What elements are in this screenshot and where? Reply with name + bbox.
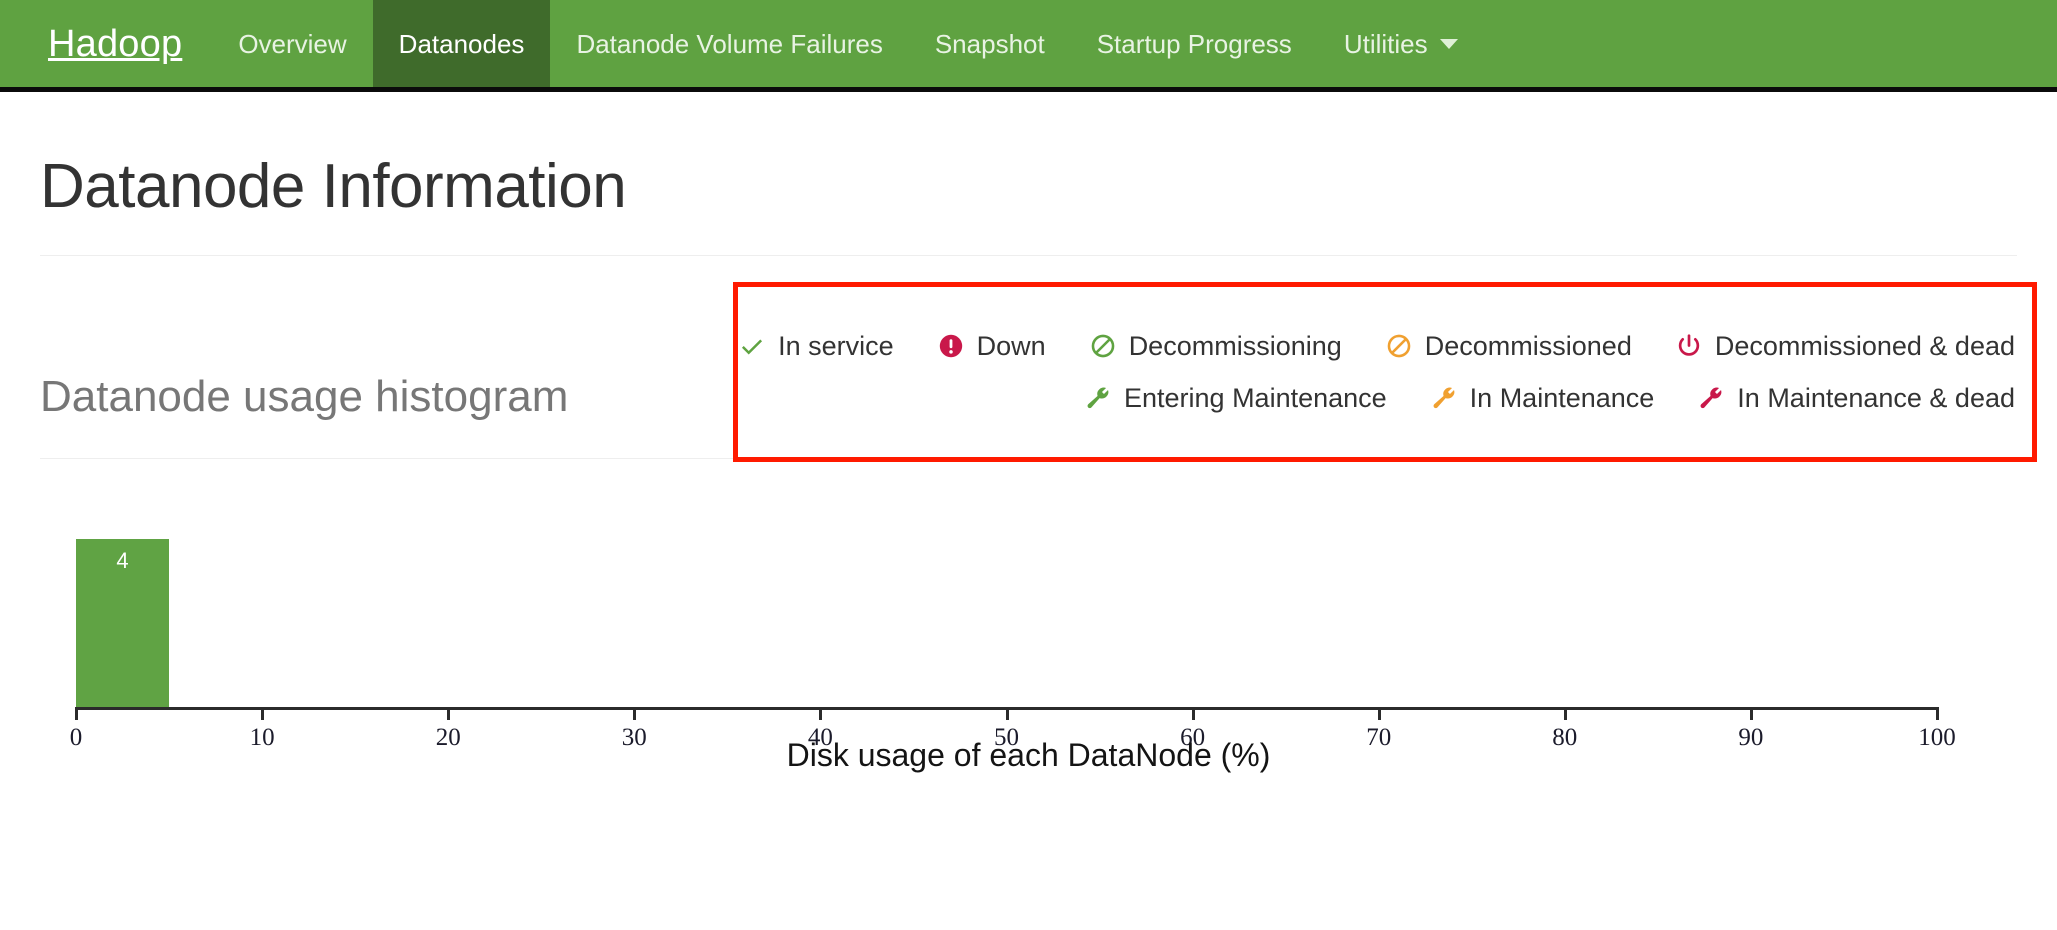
datanode-status-legend: In service Down Decommissioning Decommissio… bbox=[733, 282, 2037, 462]
chevron-down-icon bbox=[1439, 38, 1458, 49]
x-axis-tick-label: 30 bbox=[621, 724, 647, 752]
nav-item-snapshot-label: Snapshot bbox=[934, 28, 1045, 59]
x-axis-tick-label: 20 bbox=[435, 724, 461, 752]
legend-item-decommissioned: Decommissioned bbox=[1384, 331, 1632, 361]
nav-item-datanode-volume-failures[interactable]: Datanode Volume Failures bbox=[550, 0, 908, 87]
legend-item-label: Decommissioning bbox=[1128, 330, 1342, 361]
x-axis-tick bbox=[1191, 707, 1195, 721]
legend-item-decommissioning: Decommissioning bbox=[1088, 331, 1342, 361]
histogram-plot-area: 4 bbox=[40, 487, 2017, 708]
x-axis-tick bbox=[1749, 707, 1753, 721]
x-axis-tick bbox=[1005, 707, 1009, 721]
legend-item-in-maintenance: In Maintenance bbox=[1429, 382, 1655, 413]
x-axis-tick-label: 0 bbox=[69, 724, 83, 752]
legend-item-in-service: In service bbox=[737, 331, 894, 361]
page-title: Datanode Information bbox=[40, 152, 627, 221]
x-axis-tick bbox=[75, 707, 78, 721]
nav-item-overview[interactable]: Overview bbox=[212, 0, 372, 87]
power-off-icon bbox=[1674, 331, 1704, 361]
histogram-bar[interactable]: 4 bbox=[76, 539, 170, 708]
check-icon bbox=[737, 331, 767, 361]
x-axis-tick-label: 90 bbox=[1738, 724, 1764, 752]
nav-item-datanodes[interactable]: Datanodes bbox=[372, 0, 551, 87]
nav-links: Overview Datanodes Datanode Volume Failu… bbox=[212, 0, 1483, 87]
x-axis-tick-label: 100 bbox=[1918, 724, 1956, 752]
nav-item-datanodes-label: Datanodes bbox=[398, 28, 525, 59]
x-axis-tick bbox=[447, 707, 451, 721]
nav-item-startup-progress[interactable]: Startup Progress bbox=[1071, 0, 1318, 87]
x-axis-tick-label: 70 bbox=[1366, 724, 1392, 752]
legend-item-label: Decommissioned & dead bbox=[1714, 330, 2015, 361]
legend-item-in-maintenance-dead: In Maintenance & dead bbox=[1696, 383, 2015, 413]
nav-item-startup-progress-label: Startup Progress bbox=[1096, 28, 1292, 59]
histogram-bar-value: 4 bbox=[116, 548, 129, 574]
x-axis-tick-label: 10 bbox=[249, 724, 275, 752]
legend-item-label: In service bbox=[778, 330, 894, 361]
exclamation-circle-icon bbox=[936, 331, 966, 361]
datanode-usage-histogram: 4 0 10 20 30 40 50 60 70 80 90 100 Disk usage of e… bbox=[40, 487, 2017, 777]
x-axis-tick bbox=[819, 707, 823, 721]
nav-item-utilities[interactable]: Utilities bbox=[1318, 0, 1484, 87]
ban-circle-icon bbox=[1088, 331, 1118, 361]
legend-item-label: Decommissioned bbox=[1424, 330, 1632, 361]
nav-item-datanode-volume-failures-label: Datanode Volume Failures bbox=[576, 28, 883, 59]
ban-circle-icon bbox=[1384, 331, 1414, 361]
legend-item-label: Down bbox=[976, 330, 1046, 361]
legend-item-decommissioned-dead: Decommissioned & dead bbox=[1674, 331, 2015, 361]
nav-item-utilities-label: Utilities bbox=[1343, 28, 1428, 59]
wrench-icon bbox=[1696, 383, 1726, 413]
x-axis-tick bbox=[633, 707, 637, 721]
legend-item-down: Down bbox=[936, 331, 1046, 361]
wrench-icon bbox=[1083, 383, 1113, 413]
nav-item-snapshot[interactable]: Snapshot bbox=[909, 0, 1071, 87]
nav-item-overview-label: Overview bbox=[238, 28, 347, 59]
legend-item-entering-maintenance: Entering Maintenance bbox=[1083, 383, 1387, 413]
legend-row-2: Entering Maintenance In Maintenance In Mai… bbox=[733, 372, 2015, 424]
legend-item-label: Entering Maintenance bbox=[1124, 382, 1387, 413]
legend-item-label: In Maintenance & dead bbox=[1737, 382, 2015, 413]
brand-hadoop[interactable]: Hadoop bbox=[40, 0, 212, 87]
x-axis-tick bbox=[1936, 707, 1939, 721]
x-axis-tick bbox=[261, 707, 265, 721]
top-navbar: Hadoop Overview Datanodes Datanode Volum… bbox=[0, 0, 2057, 92]
x-axis-tick bbox=[1563, 707, 1567, 721]
wrench-icon bbox=[1429, 383, 1459, 413]
legend-row-1: In service Down Decommissioning Decommissio… bbox=[733, 320, 2015, 372]
x-axis-tick bbox=[1377, 707, 1381, 721]
x-axis-tick-label: 80 bbox=[1552, 724, 1578, 752]
x-axis-title: Disk usage of each DataNode (%) bbox=[786, 737, 1271, 774]
legend-item-label: In Maintenance bbox=[1469, 382, 1655, 413]
